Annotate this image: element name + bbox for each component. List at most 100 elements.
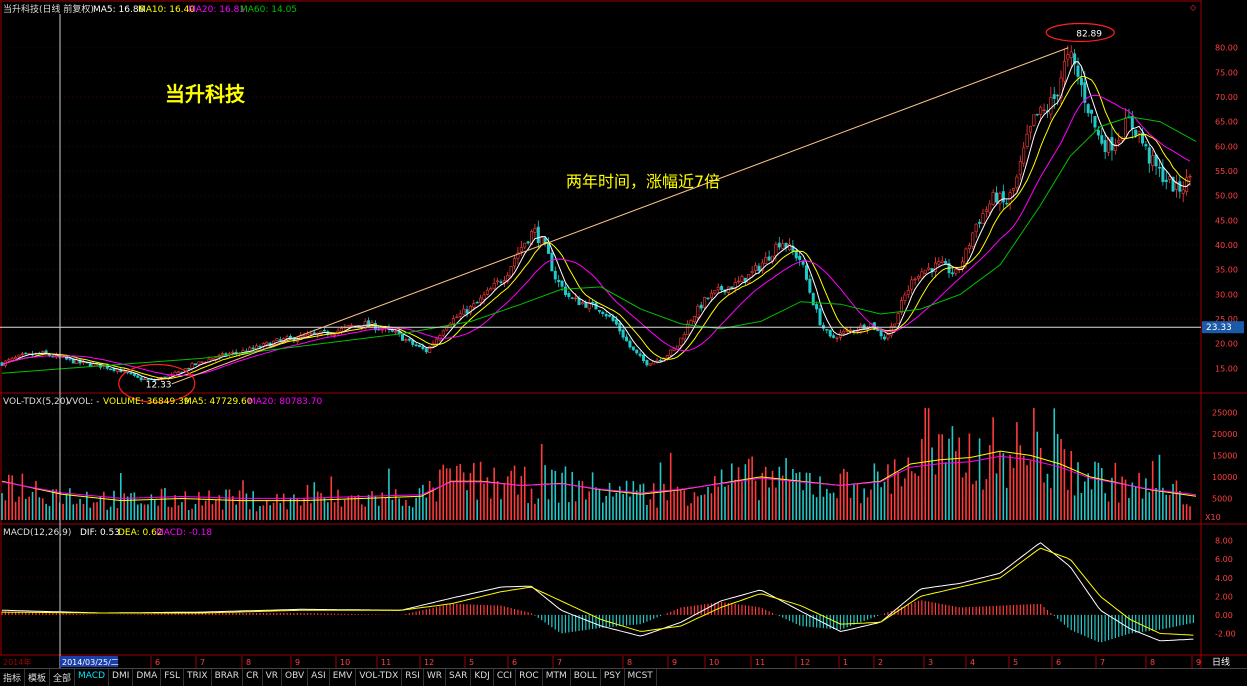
tab-asi[interactable]: ASI [308, 669, 330, 686]
price-tick-label: 45.00 [1215, 216, 1238, 225]
candle-body [533, 228, 537, 233]
current-price-label: 23.33 [1206, 323, 1232, 333]
tab-roc[interactable]: ROC [516, 669, 543, 686]
x-axis-month-label: 10 [709, 658, 719, 667]
x-axis-month-label: 9 [672, 658, 677, 667]
tab-emv[interactable]: EMV [330, 669, 357, 686]
candle-body [333, 334, 337, 336]
tab-brar[interactable]: BRAR [212, 669, 244, 686]
candle-body [832, 335, 836, 338]
tab-rsi[interactable]: RSI [402, 669, 424, 686]
tab-kdj[interactable]: KDJ [471, 669, 494, 686]
candle-body [434, 338, 438, 345]
candle-body [689, 320, 693, 326]
candle-body [1137, 131, 1141, 134]
tab-模板[interactable]: 模板 [25, 669, 51, 686]
candle-body [1093, 116, 1097, 128]
candle-body [903, 294, 907, 301]
candle-body [933, 262, 937, 272]
tab-wr[interactable]: WR [424, 669, 447, 686]
tab-trix[interactable]: TRIX [184, 669, 212, 686]
candle-body [899, 300, 903, 313]
candle-body [536, 226, 540, 243]
candle-body [604, 314, 608, 317]
candle-body [557, 279, 561, 283]
candle-body [811, 293, 815, 306]
low-point-label: 12.33 [146, 380, 172, 390]
x-axis-month-label: 11 [755, 658, 765, 667]
candle-body [967, 245, 971, 249]
candle-body [628, 340, 632, 348]
tab-dma[interactable]: DMA [133, 669, 162, 686]
stock-chart[interactable]: 80.0075.0070.0065.0060.0055.0050.0045.00… [0, 0, 1247, 685]
period-label[interactable]: 日线 [1212, 656, 1230, 668]
candle-body [414, 344, 418, 347]
candle-body [659, 359, 663, 362]
candle-body [716, 286, 720, 291]
macd-tick-label: 6.00 [1215, 555, 1233, 564]
x-axis-year: 2014年 [3, 657, 31, 667]
tab-fsl[interactable]: FSL [161, 669, 184, 686]
vol-ma20: MA20: 80783.70 [248, 397, 322, 407]
candle-body [441, 330, 445, 336]
tab-sar[interactable]: SAR [446, 669, 472, 686]
candle-body [883, 336, 887, 340]
candle-body [665, 355, 669, 359]
candle-body [750, 271, 754, 273]
candle-body [1096, 129, 1100, 136]
tab-psy[interactable]: PSY [601, 669, 625, 686]
candle-body [129, 372, 133, 375]
candle-body [10, 357, 14, 361]
candle-body [1018, 161, 1022, 175]
candle-body [136, 375, 140, 378]
candle-body [1039, 107, 1043, 115]
tab-boll[interactable]: BOLL [571, 669, 601, 686]
candle-body [509, 266, 513, 277]
candle-body [350, 325, 354, 327]
candle-body [1086, 104, 1090, 114]
candle-body [713, 290, 717, 294]
candle-body [109, 368, 113, 370]
ma5-legend: MA5: 16.86 [93, 5, 145, 15]
candle-body [278, 339, 282, 341]
x-axis-month-label: 5 [469, 658, 474, 667]
tab-mcst[interactable]: MCST [625, 669, 657, 686]
candle-body [944, 261, 948, 264]
tab-cr[interactable]: CR [243, 669, 263, 686]
candle-body [954, 268, 958, 274]
candle-body [974, 223, 978, 233]
candle-body [991, 192, 995, 205]
candle-body [258, 346, 262, 348]
candle-body [407, 338, 411, 341]
tab-全部[interactable]: 全部 [50, 669, 76, 686]
x-axis-month-label: 9 [295, 658, 300, 667]
tab-mtm[interactable]: MTM [543, 669, 571, 686]
tab-dmi[interactable]: DMI [109, 669, 134, 686]
tab-macd[interactable]: MACD [75, 669, 110, 686]
candle-body [764, 257, 768, 264]
candle-body [1076, 65, 1080, 77]
top-right-icon[interactable]: ◇ [1190, 3, 1197, 12]
candle-body [655, 359, 659, 362]
x-axis-month-label: 8 [1150, 658, 1155, 667]
x-axis-month-label: 2 [878, 658, 883, 667]
candle-body [1130, 116, 1134, 129]
candle-body [88, 363, 92, 367]
candle-body [401, 333, 405, 341]
tab-vr[interactable]: VR [263, 669, 283, 686]
candle-body [265, 342, 269, 345]
candle-body [927, 267, 931, 270]
candle-body [584, 301, 588, 308]
volume-tick-label: 15000 [1212, 451, 1237, 460]
tab-cci[interactable]: CCI [494, 669, 517, 686]
candle-body [1022, 147, 1026, 164]
macd-tick-label: -2.00 [1215, 629, 1236, 638]
tab-vol-tdx[interactable]: VOL-TDX [356, 669, 403, 686]
macd-tick-label: 4.00 [1215, 574, 1233, 583]
candle-body [580, 302, 584, 305]
candle-body [988, 203, 992, 213]
tab-obv[interactable]: OBV [282, 669, 309, 686]
tab-指标[interactable]: 指标 [0, 669, 26, 686]
candle-body [754, 265, 758, 271]
candle-body [767, 256, 771, 261]
